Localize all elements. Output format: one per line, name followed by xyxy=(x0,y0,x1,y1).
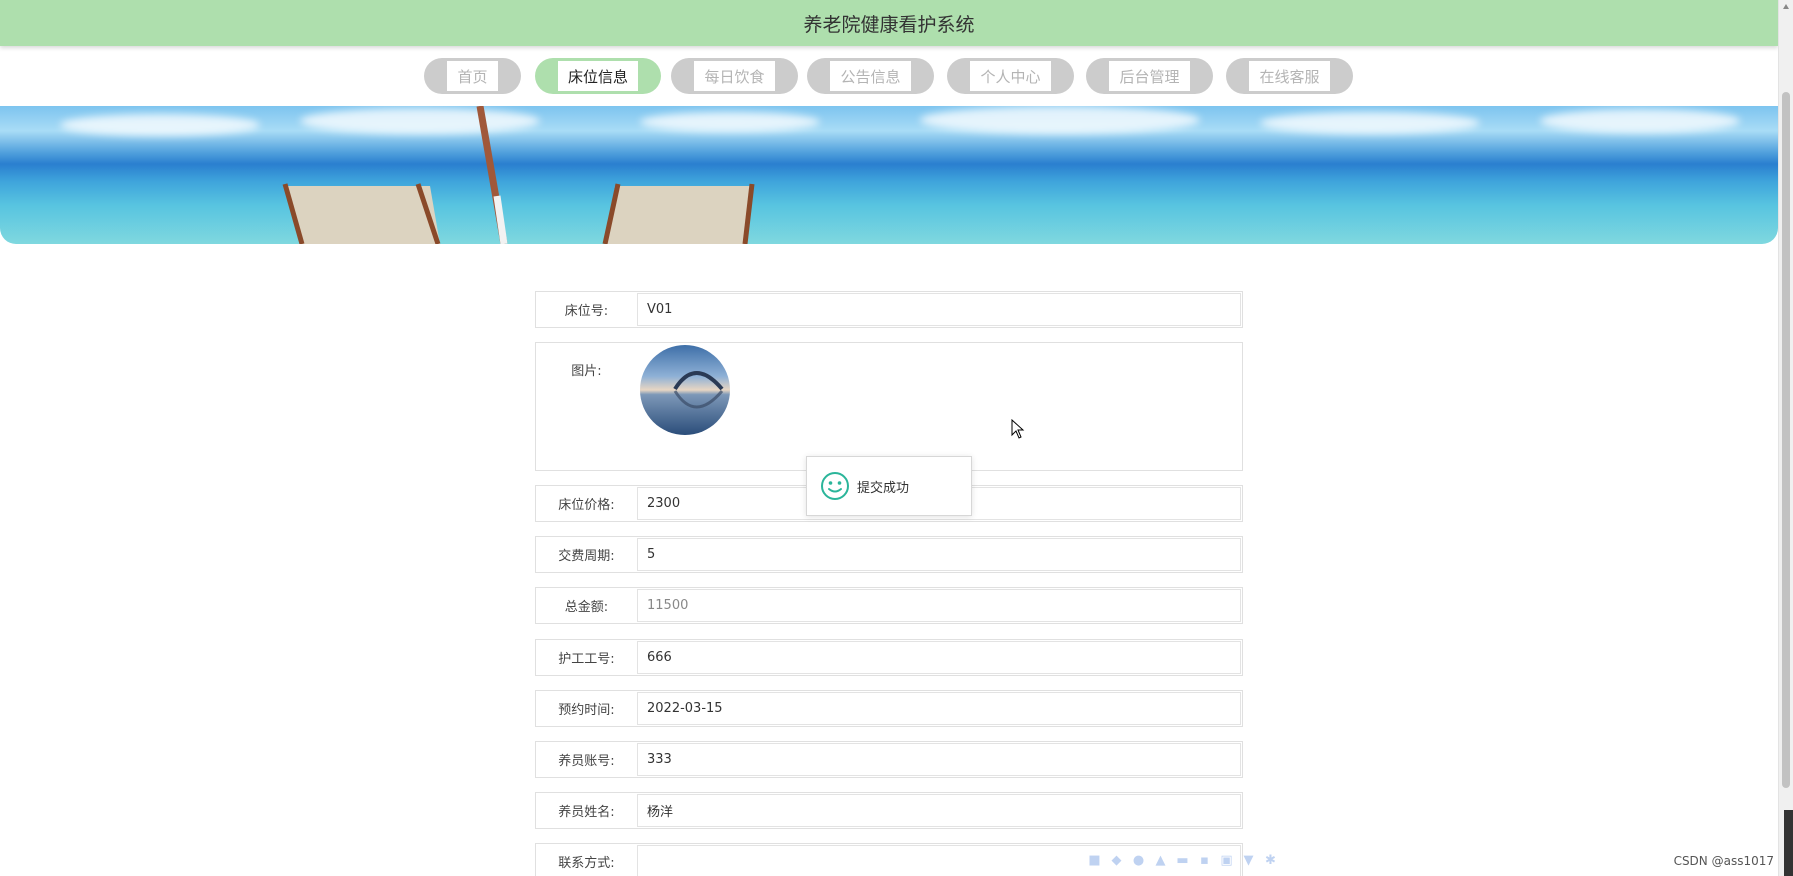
nav-home[interactable]: 首页 xyxy=(424,58,521,94)
site-title: 养老院健康看护系统 xyxy=(803,13,975,36)
booking-date-field[interactable]: 2022-03-15 xyxy=(637,692,1241,725)
image-row: 图片: xyxy=(535,342,1243,471)
nav-label: 床位信息 xyxy=(557,61,638,91)
toolbar-icon[interactable]: ▣ xyxy=(1220,853,1233,868)
resident-account-field[interactable]: 333 xyxy=(637,743,1241,776)
nav-label: 后台管理 xyxy=(1109,61,1190,91)
watermark: CSDN @ass1017 xyxy=(1673,854,1774,868)
total-field: 11500 xyxy=(637,589,1241,622)
side-edge xyxy=(1784,810,1793,876)
site-header: 养老院健康看护系统 xyxy=(0,0,1778,46)
mouse-cursor-icon xyxy=(1011,419,1025,439)
contact-label: 联系方式: xyxy=(558,856,615,871)
resident-name-row: 养员姓名: 杨洋 xyxy=(535,792,1243,829)
smile-icon xyxy=(821,472,849,500)
toast-message: 提交成功 xyxy=(857,480,910,496)
nav-label: 每日饮食 xyxy=(694,61,775,91)
toolbar-icon[interactable]: ▪ xyxy=(1198,853,1211,868)
booking-date-label: 预约时间: xyxy=(558,703,615,718)
toolbar-icon[interactable]: ◆ xyxy=(1110,853,1123,868)
success-toast: 提交成功 xyxy=(806,456,972,516)
nurse-id-row: 护工工号: 666 xyxy=(535,639,1243,676)
toolbar-icon[interactable]: ▲ xyxy=(1154,853,1167,868)
toolbar-icon[interactable]: ▼ xyxy=(1242,853,1255,868)
bed-no-row: 床位号: V01 xyxy=(535,291,1243,328)
nav-announcements[interactable]: 公告信息 xyxy=(807,58,934,94)
cycle-label: 交费周期: xyxy=(558,549,615,564)
total-row: 总金额: 11500 xyxy=(535,587,1243,624)
resident-account-row: 养员账号: 333 xyxy=(535,741,1243,778)
resident-name-field[interactable]: 杨洋 xyxy=(637,794,1241,827)
nav-label: 个人中心 xyxy=(970,61,1051,91)
booking-date-row: 预约时间: 2022-03-15 xyxy=(535,690,1243,727)
nav-label: 公告信息 xyxy=(830,61,911,91)
nurse-id-label: 护工工号: xyxy=(558,652,615,667)
bridge-reflection-graphic xyxy=(673,371,724,409)
cycle-field[interactable]: 5 xyxy=(637,538,1241,571)
toolbar-icon[interactable]: ▬ xyxy=(1176,853,1189,868)
scrollbar-thumb[interactable] xyxy=(1782,92,1790,788)
nav-online-service[interactable]: 在线客服 xyxy=(1226,58,1353,94)
resident-name-label: 养员姓名: xyxy=(558,805,615,820)
bed-no-label: 床位号: xyxy=(564,304,609,319)
bed-image[interactable] xyxy=(640,345,730,435)
cycle-row: 交费周期: 5 xyxy=(535,536,1243,573)
page: 养老院健康看护系统 首页 床位信息 每日饮食 公告信息 个人中心 后台管理 在线… xyxy=(0,0,1793,876)
image-label: 图片: xyxy=(571,364,602,379)
nav-admin[interactable]: 后台管理 xyxy=(1086,58,1213,94)
toolbar-icon[interactable]: ● xyxy=(1132,853,1145,868)
bed-no-field[interactable]: V01 xyxy=(637,293,1241,326)
nav-bed-info[interactable]: 床位信息 xyxy=(535,58,661,94)
toolbar-icon[interactable]: ■ xyxy=(1088,853,1101,868)
resident-account-label: 养员账号: xyxy=(558,754,615,769)
toolbar-icon[interactable]: ✱ xyxy=(1264,853,1277,868)
scroll-up-icon[interactable] xyxy=(1783,4,1789,9)
nurse-id-field[interactable]: 666 xyxy=(637,641,1241,674)
beach-chairs-illustration xyxy=(282,106,755,244)
vertical-scrollbar[interactable] xyxy=(1778,0,1793,876)
total-label: 总金额: xyxy=(564,600,609,615)
floating-toolbar: ■ ◆ ● ▲ ▬ ▪ ▣ ▼ ✱ xyxy=(1088,853,1277,868)
nav-personal-center[interactable]: 个人中心 xyxy=(947,58,1074,94)
nav-label: 在线客服 xyxy=(1249,61,1330,91)
main-nav: 首页 床位信息 每日饮食 公告信息 个人中心 后台管理 在线客服 xyxy=(0,58,1778,94)
nav-daily-meals[interactable]: 每日饮食 xyxy=(671,58,798,94)
price-label: 床位价格: xyxy=(558,498,615,513)
nav-label: 首页 xyxy=(447,61,498,91)
beach-banner xyxy=(0,106,1778,244)
